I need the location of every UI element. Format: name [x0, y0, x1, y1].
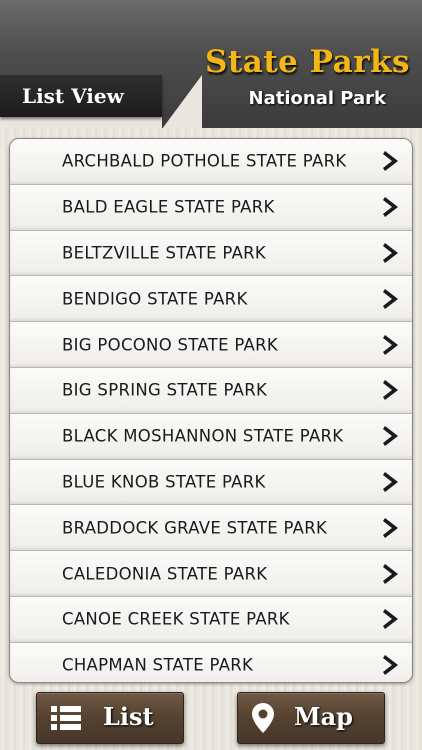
list-item[interactable]: CHAPMAN STATE PARK — [10, 642, 412, 682]
map-button[interactable]: Map — [237, 692, 385, 744]
park-name: BALD EAGLE STATE PARK — [62, 197, 275, 217]
park-name: BLACK MOSHANNON STATE PARK — [62, 426, 344, 446]
list-item[interactable]: CANOE CREEK STATE PARK — [10, 596, 412, 643]
map-pin-icon — [252, 703, 274, 733]
chevron-right-icon — [383, 609, 398, 630]
park-name: CHAPMAN STATE PARK — [62, 655, 254, 675]
list-view-tab-label: List View — [22, 84, 124, 108]
app-subtitle: National Park — [248, 88, 386, 109]
park-name: BENDIGO STATE PARK — [62, 289, 248, 309]
park-name: BIG SPRING STATE PARK — [62, 380, 268, 400]
list-item[interactable]: BRADDOCK GRAVE STATE PARK — [10, 505, 412, 552]
list-item[interactable]: BENDIGO STATE PARK — [10, 276, 412, 323]
list-item[interactable]: BELTZVILLE STATE PARK — [10, 230, 412, 277]
list-icon — [51, 706, 81, 730]
list-item[interactable]: CALEDONIA STATE PARK — [10, 551, 412, 597]
park-name: BELTZVILLE STATE PARK — [62, 243, 267, 263]
chevron-right-icon — [383, 426, 398, 447]
park-name: ARCHBALD POTHOLE STATE PARK — [62, 151, 347, 171]
chevron-right-icon — [383, 380, 398, 401]
park-name: CANOE CREEK STATE PARK — [62, 609, 290, 629]
list-item[interactable]: BIG SPRING STATE PARK — [10, 367, 412, 414]
park-name: BIG POCONO STATE PARK — [62, 335, 279, 355]
park-name: BLUE KNOB STATE PARK — [62, 472, 266, 492]
chevron-right-icon — [383, 655, 398, 676]
chevron-right-icon — [383, 471, 398, 492]
list-view-tab[interactable]: List View — [0, 75, 162, 117]
chevron-right-icon — [383, 563, 398, 584]
list-item[interactable]: ARCHBALD POTHOLE STATE PARK — [10, 139, 412, 185]
chevron-right-icon — [383, 288, 398, 309]
list-button[interactable]: List — [36, 692, 184, 744]
park-name: CALEDONIA STATE PARK — [62, 564, 268, 584]
list-button-label: List — [103, 702, 154, 731]
park-name: BRADDOCK GRAVE STATE PARK — [62, 518, 328, 538]
list-item[interactable]: BIG POCONO STATE PARK — [10, 322, 412, 368]
chevron-right-icon — [383, 334, 398, 355]
map-button-label: Map — [294, 702, 353, 731]
park-list[interactable]: ARCHBALD POTHOLE STATE PARK BALD EAGLE ST… — [9, 138, 413, 683]
chevron-right-icon — [383, 151, 398, 172]
list-item[interactable]: BALD EAGLE STATE PARK — [10, 184, 412, 231]
list-item[interactable]: BLACK MOSHANNON STATE PARK — [10, 413, 412, 460]
chevron-right-icon — [383, 197, 398, 218]
list-item[interactable]: BLUE KNOB STATE PARK — [10, 459, 412, 506]
app-title: State Parks — [205, 44, 410, 80]
chevron-right-icon — [383, 242, 398, 263]
header-notch — [162, 75, 202, 129]
header-base — [0, 117, 162, 128]
chevron-right-icon — [383, 517, 398, 538]
